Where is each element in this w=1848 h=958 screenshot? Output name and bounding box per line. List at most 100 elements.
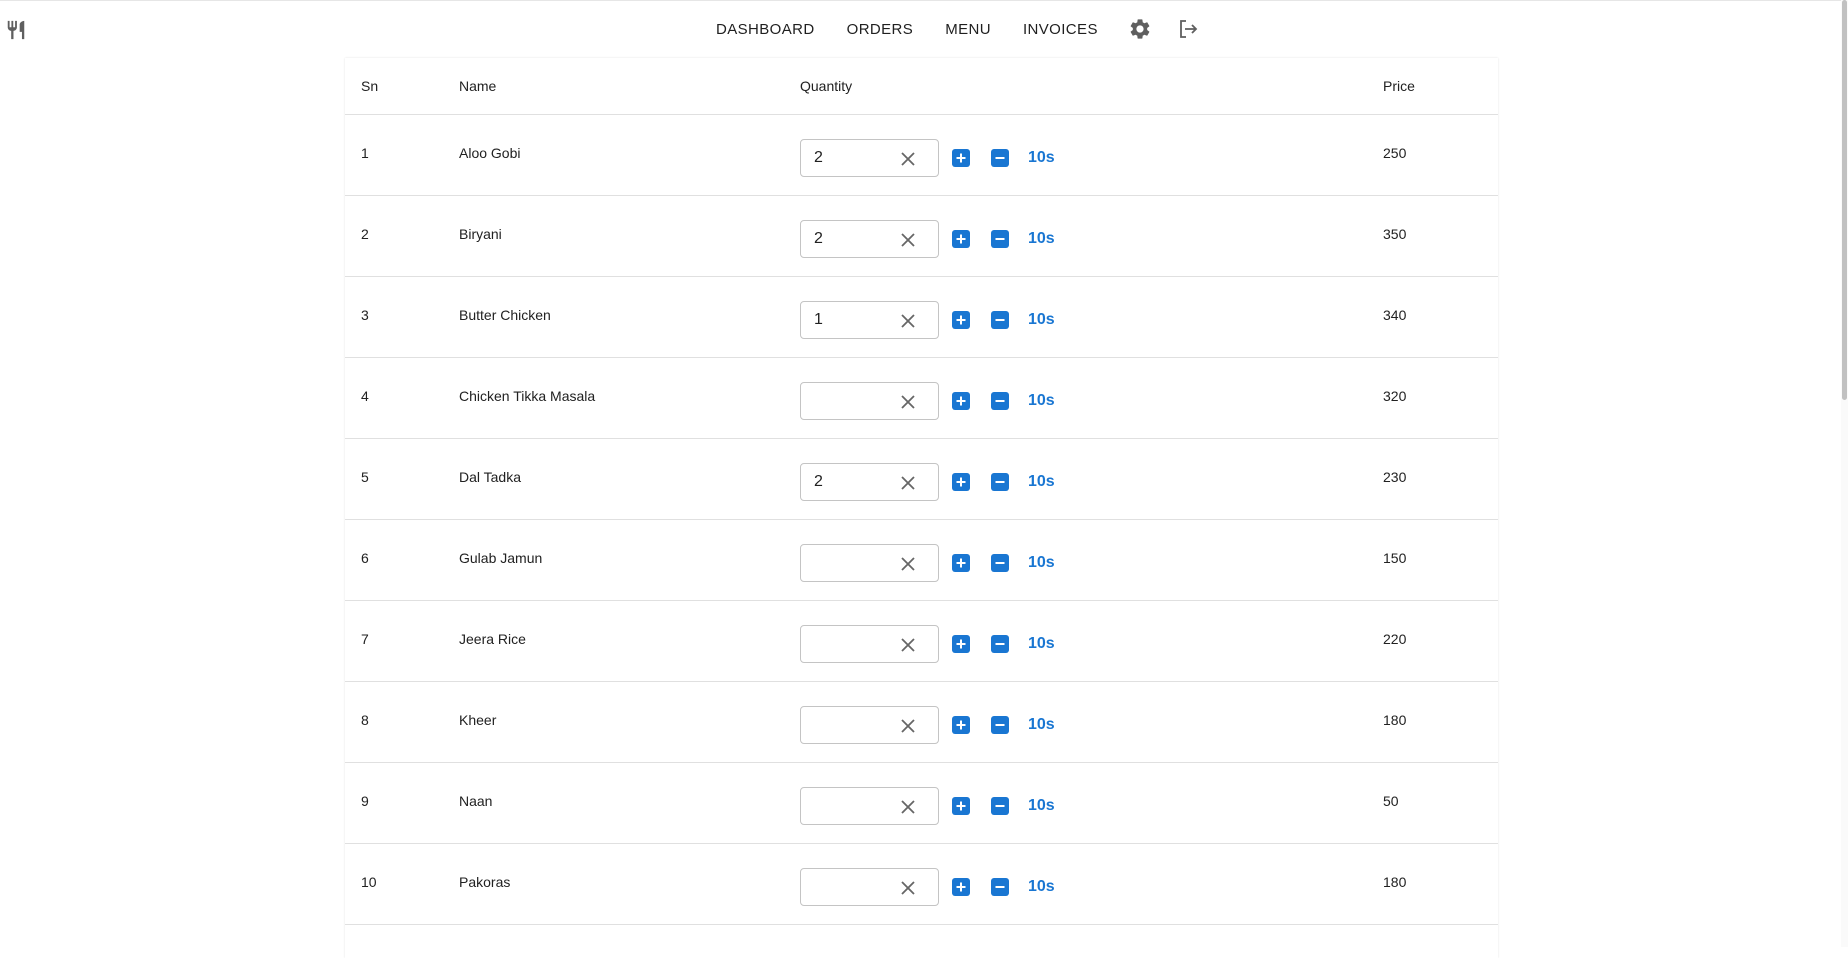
quantity-value: 2 bbox=[814, 473, 823, 490]
gear-icon[interactable] bbox=[1128, 17, 1152, 41]
add-ten-button[interactable]: 10s bbox=[1028, 554, 1055, 572]
close-icon[interactable] bbox=[898, 635, 918, 655]
quantity-value: 2 bbox=[814, 230, 823, 247]
add-ten-button[interactable]: 10s bbox=[1028, 149, 1055, 167]
order-table: Sn Name Quantity Price 1 Aloo Gobi 2 10s 250… bbox=[345, 58, 1498, 958]
increment-button[interactable] bbox=[952, 392, 970, 410]
quantity-input[interactable] bbox=[800, 868, 939, 906]
increment-button[interactable] bbox=[952, 230, 970, 248]
add-ten-button[interactable]: 10s bbox=[1028, 230, 1055, 248]
row-price: 350 bbox=[1383, 226, 1407, 242]
decrement-button[interactable] bbox=[991, 797, 1009, 815]
main-nav: DASHBOARD ORDERS MENU INVOICES bbox=[700, 0, 1200, 58]
close-icon[interactable] bbox=[898, 230, 918, 250]
logout-icon[interactable] bbox=[1176, 17, 1200, 41]
increment-button[interactable] bbox=[952, 797, 970, 815]
increment-button[interactable] bbox=[952, 473, 970, 491]
row-sn: 7 bbox=[361, 631, 369, 647]
decrement-button[interactable] bbox=[991, 230, 1009, 248]
row-name: Chicken Tikka Masala bbox=[459, 388, 596, 404]
quantity-input[interactable] bbox=[800, 544, 939, 582]
row-sn: 5 bbox=[361, 469, 369, 485]
app-bar: DASHBOARD ORDERS MENU INVOICES bbox=[0, 0, 1848, 58]
decrement-button[interactable] bbox=[991, 473, 1009, 491]
row-price: 180 bbox=[1383, 874, 1407, 890]
table-row: 6 Gulab Jamun 10s 150 bbox=[345, 520, 1498, 601]
row-price: 340 bbox=[1383, 307, 1407, 323]
row-price: 230 bbox=[1383, 469, 1407, 485]
increment-button[interactable] bbox=[952, 635, 970, 653]
close-icon[interactable] bbox=[898, 473, 918, 493]
decrement-button[interactable] bbox=[991, 878, 1009, 896]
nav-orders[interactable]: ORDERS bbox=[831, 15, 930, 44]
table-row: 5 Dal Tadka 2 10s 230 bbox=[345, 439, 1498, 520]
close-icon[interactable] bbox=[898, 149, 918, 169]
increment-button[interactable] bbox=[952, 149, 970, 167]
increment-button[interactable] bbox=[952, 554, 970, 572]
table-row: 10 Pakoras 10s 180 bbox=[345, 844, 1498, 925]
row-sn: 3 bbox=[361, 307, 369, 323]
row-price: 250 bbox=[1383, 145, 1407, 161]
add-ten-button[interactable]: 10s bbox=[1028, 635, 1055, 653]
quantity-input[interactable]: 2 bbox=[800, 220, 939, 258]
close-icon[interactable] bbox=[898, 311, 918, 331]
table-row: 9 Naan 10s 50 bbox=[345, 763, 1498, 844]
row-price: 320 bbox=[1383, 388, 1407, 404]
table-row: 1 Aloo Gobi 2 10s 250 bbox=[345, 115, 1498, 196]
row-name: Gulab Jamun bbox=[459, 550, 543, 566]
add-ten-button[interactable]: 10s bbox=[1028, 392, 1055, 410]
close-icon[interactable] bbox=[898, 797, 918, 817]
decrement-button[interactable] bbox=[991, 554, 1009, 572]
header-sn: Sn bbox=[361, 78, 379, 94]
row-sn: 2 bbox=[361, 226, 369, 242]
row-name: Butter Chicken bbox=[459, 307, 551, 323]
add-ten-button[interactable]: 10s bbox=[1028, 797, 1055, 815]
increment-button[interactable] bbox=[952, 716, 970, 734]
quantity-input[interactable] bbox=[800, 706, 939, 744]
row-name: Aloo Gobi bbox=[459, 145, 521, 161]
row-sn: 4 bbox=[361, 388, 369, 404]
quantity-input[interactable] bbox=[800, 382, 939, 420]
table-row: 4 Chicken Tikka Masala 10s 320 bbox=[345, 358, 1498, 439]
close-icon[interactable] bbox=[898, 716, 918, 736]
close-icon[interactable] bbox=[898, 392, 918, 412]
scroll-thumb[interactable] bbox=[1842, 0, 1847, 400]
quantity-input[interactable]: 2 bbox=[800, 463, 939, 501]
nav-dashboard[interactable]: DASHBOARD bbox=[700, 15, 831, 44]
row-sn: 8 bbox=[361, 712, 369, 728]
page-scrollbar[interactable] bbox=[1841, 0, 1848, 947]
table-row: 8 Kheer 10s 180 bbox=[345, 682, 1498, 763]
decrement-button[interactable] bbox=[991, 149, 1009, 167]
row-name: Jeera Rice bbox=[459, 631, 526, 647]
decrement-button[interactable] bbox=[991, 311, 1009, 329]
table-row: 2 Biryani 2 10s 350 bbox=[345, 196, 1498, 277]
restaurant-icon[interactable] bbox=[5, 19, 27, 41]
add-ten-button[interactable]: 10s bbox=[1028, 716, 1055, 734]
row-sn: 10 bbox=[361, 874, 377, 890]
increment-button[interactable] bbox=[952, 878, 970, 896]
row-name: Kheer bbox=[459, 712, 497, 728]
quantity-input[interactable]: 1 bbox=[800, 301, 939, 339]
row-name: Pakoras bbox=[459, 874, 511, 890]
decrement-button[interactable] bbox=[991, 716, 1009, 734]
close-icon[interactable] bbox=[898, 554, 918, 574]
close-icon[interactable] bbox=[898, 878, 918, 898]
row-price: 180 bbox=[1383, 712, 1407, 728]
decrement-button[interactable] bbox=[991, 392, 1009, 410]
quantity-value: 1 bbox=[814, 311, 823, 328]
table-header: Sn Name Quantity Price bbox=[345, 58, 1498, 115]
nav-invoices[interactable]: INVOICES bbox=[1007, 15, 1114, 44]
decrement-button[interactable] bbox=[991, 635, 1009, 653]
quantity-input[interactable]: 2 bbox=[800, 139, 939, 177]
quantity-input[interactable] bbox=[800, 787, 939, 825]
add-ten-button[interactable]: 10s bbox=[1028, 311, 1055, 329]
row-name: Biryani bbox=[459, 226, 502, 242]
row-price: 150 bbox=[1383, 550, 1407, 566]
header-quantity: Quantity bbox=[800, 78, 853, 94]
nav-menu[interactable]: MENU bbox=[929, 15, 1007, 44]
row-price: 220 bbox=[1383, 631, 1407, 647]
add-ten-button[interactable]: 10s bbox=[1028, 878, 1055, 896]
increment-button[interactable] bbox=[952, 311, 970, 329]
add-ten-button[interactable]: 10s bbox=[1028, 473, 1055, 491]
quantity-input[interactable] bbox=[800, 625, 939, 663]
